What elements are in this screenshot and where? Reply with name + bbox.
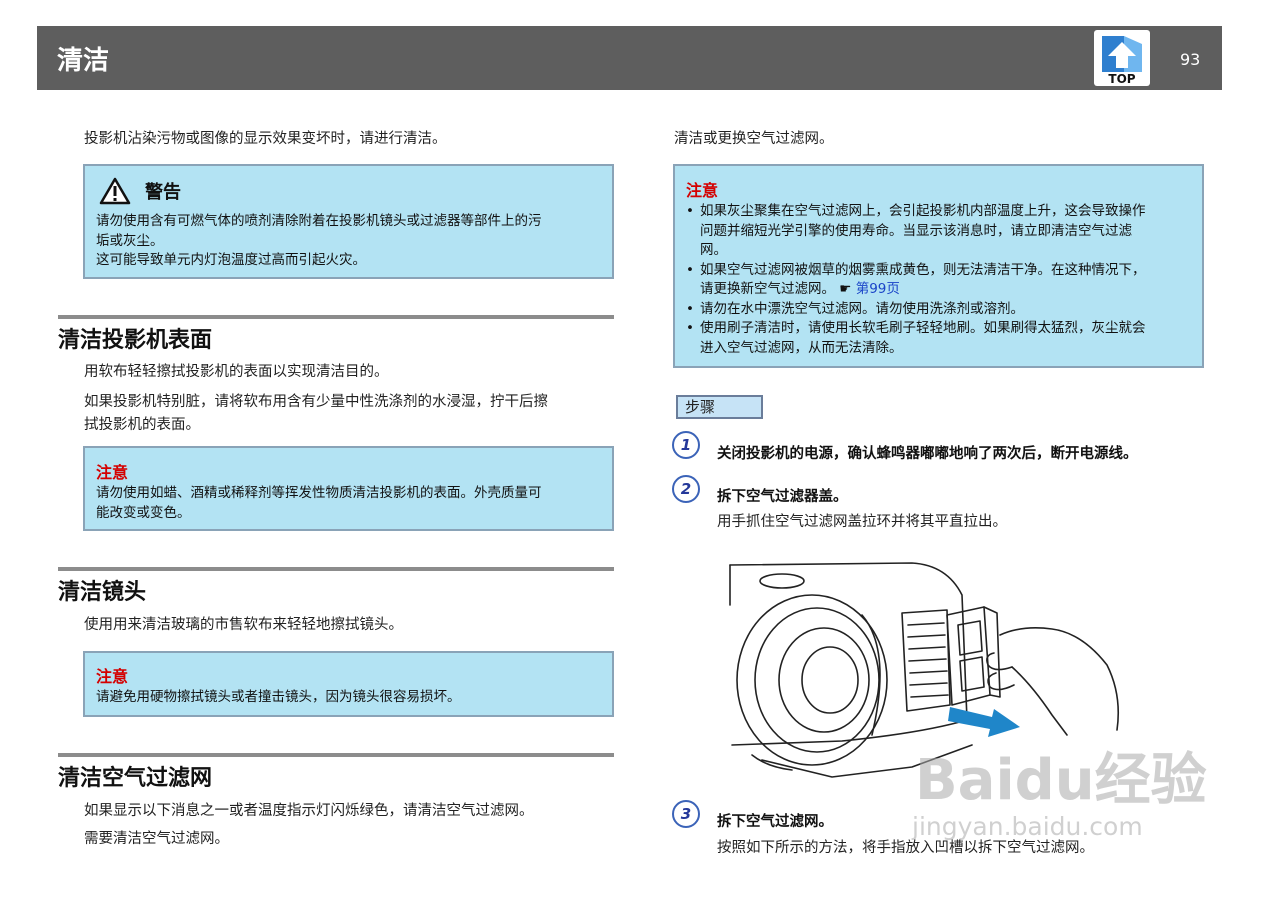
intro-text: 投影机沾染污物或图像的显示效果变坏时，请进行清洁。 [84, 131, 447, 147]
item-line: 如果空气过滤网被烟草的烟雾熏成黄色，则无法清洁干净。在这种情况下， [700, 261, 1146, 278]
section-text: 需要清洁空气过滤网。 [84, 831, 229, 847]
step-number-2: 2 [672, 475, 700, 503]
list-item: 请勿在水中漂洗空气过滤网。请勿使用洗涤剂或溶剂。 [686, 300, 1196, 320]
step-title: 拆下空气过滤网。 [717, 814, 833, 830]
right-intro: 清洁或更换空气过滤网。 [674, 131, 834, 147]
section-text: 用软布轻轻擦拭投影机的表面以实现清洁目的。 [84, 364, 389, 380]
text-line: 拭投影机的表面。 [84, 417, 200, 433]
step-title: 关闭投影机的电源，确认蜂鸣器嘟嘟地响了两次后，断开电源线。 [717, 446, 1138, 462]
section-title-lens: 清洁镜头 [58, 580, 147, 605]
section-divider [58, 567, 614, 571]
section-text: 如果显示以下消息之一或者温度指示灯闪烁绿色，请清洁空气过滤网。 [84, 803, 534, 819]
section-title-surface: 清洁投影机表面 [58, 328, 213, 353]
notice-title: 注意 [686, 181, 719, 200]
warning-line: 垢或灰尘。 [96, 232, 164, 249]
step-number-1: 1 [672, 431, 700, 459]
notice-box: 注意 请勿使用如蜡、酒精或稀释剂等挥发性物质清洁投影机的表面。外壳质量可 能改变… [83, 446, 614, 531]
item-line: 请更换新空气过滤网。 ☛ 第99页 [700, 280, 1196, 300]
watermark-logo: Baidu经验 [915, 748, 1207, 813]
step-title: 拆下空气过滤器盖。 [717, 489, 848, 505]
notice-title: 注意 [96, 463, 129, 482]
warning-icon [99, 177, 131, 205]
notice-text: 请勿使用如蜡、酒精或稀释剂等挥发性物质清洁投影机的表面。外壳质量可 能改变或变色… [96, 484, 606, 523]
section-text: 如果投影机特别脏，请将软布用含有少量中性洗涤剂的水浸湿，拧干后擦 拭投影机的表面… [84, 391, 614, 437]
notice-list: 如果灰尘聚集在空气过滤网上，会引起投影机内部温度上升，这会导致操作 问题并缩短光… [686, 202, 1196, 358]
list-item: 使用刷子清洁时，请使用长软毛刷子轻轻地刷。如果刷得太猛烈，灰尘就会 进入空气过滤… [686, 319, 1196, 358]
warning-title: 警告 [145, 182, 181, 203]
item-line: 问题并缩短光学引擎的使用寿命。当显示该消息时，请立即清洁空气过滤 [700, 222, 1132, 239]
warning-text: 请勿使用含有可燃气体的喷剂清除附着在投影机镜头或过滤器等部件上的污 垢或灰尘。 … [96, 212, 606, 271]
section-divider [58, 315, 614, 319]
item-line: 请勿在水中漂洗空气过滤网。请勿使用洗涤剂或溶剂。 [700, 300, 1024, 317]
item-line: 网。 [700, 242, 727, 258]
notice-line: 能改变或变色。 [96, 504, 191, 521]
page-reference-label: 第99页 [855, 281, 900, 297]
section-divider [58, 753, 614, 757]
step-description: 按照如下所示的方法，将手指放入凹槽以拆下空气过滤网。 [717, 840, 1094, 856]
section-title-filter: 清洁空气过滤网 [58, 766, 213, 791]
item-line: 如果灰尘聚集在空气过滤网上，会引起投影机内部温度上升，这会导致操作 [700, 203, 1146, 219]
list-item: 如果灰尘聚集在空气过滤网上，会引起投影机内部温度上升，这会导致操作 问题并缩短光… [686, 202, 1196, 261]
notice-line: 请勿使用如蜡、酒精或稀释剂等挥发性物质清洁投影机的表面。外壳质量可 [96, 485, 542, 501]
steps-label: 步骤 [676, 395, 763, 419]
notice-box: 注意 请避免用硬物擦拭镜头或者撞击镜头，因为镜头很容易损坏。 [83, 651, 614, 717]
notice-box: 注意 如果灰尘聚集在空气过滤网上，会引起投影机内部温度上升，这会导致操作 问题并… [673, 164, 1204, 368]
page-title: 清洁 [57, 46, 110, 76]
item-text: 请更换新空气过滤网。 [700, 281, 835, 297]
item-line: 使用刷子清洁时，请使用长软毛刷子轻轻地刷。如果刷得太猛烈，灰尘就会 [700, 320, 1146, 336]
warning-box: 警告 请勿使用含有可燃气体的喷剂清除附着在投影机镜头或过滤器等部件上的污 垢或灰… [83, 164, 614, 279]
section-text: 使用用来清洁玻璃的市售软布来轻轻地擦拭镜头。 [84, 617, 403, 633]
notice-text: 请避免用硬物擦拭镜头或者撞击镜头，因为镜头很容易损坏。 [96, 689, 461, 705]
list-item: 如果空气过滤网被烟草的烟雾熏成黄色，则无法清洁干净。在这种情况下， 请更换新空气… [686, 261, 1196, 300]
step-number-3: 3 [672, 800, 700, 828]
top-icon: TOP [1102, 36, 1142, 86]
page-reference-link[interactable]: ☛ 第99页 [839, 281, 900, 297]
top-label: TOP [1108, 72, 1135, 86]
pointing-hand-icon: ☛ [839, 281, 852, 297]
page-header: 清洁 TOP 93 [37, 26, 1222, 90]
notice-title: 注意 [96, 667, 129, 686]
top-button[interactable]: TOP [1094, 30, 1150, 86]
warning-line: 请勿使用含有可燃气体的喷剂清除附着在投影机镜头或过滤器等部件上的污 [96, 213, 542, 229]
step-description: 用手抓住空气过滤网盖拉环并将其平直拉出。 [717, 514, 1007, 530]
warning-line: 这可能导致单元内灯泡温度过高而引起火灾。 [96, 252, 366, 268]
item-line: 进入空气过滤网，从而无法清除。 [700, 339, 903, 356]
text-line: 如果投影机特别脏，请将软布用含有少量中性洗涤剂的水浸湿，拧干后擦 [84, 394, 548, 410]
page-number: 93 [1180, 50, 1201, 69]
